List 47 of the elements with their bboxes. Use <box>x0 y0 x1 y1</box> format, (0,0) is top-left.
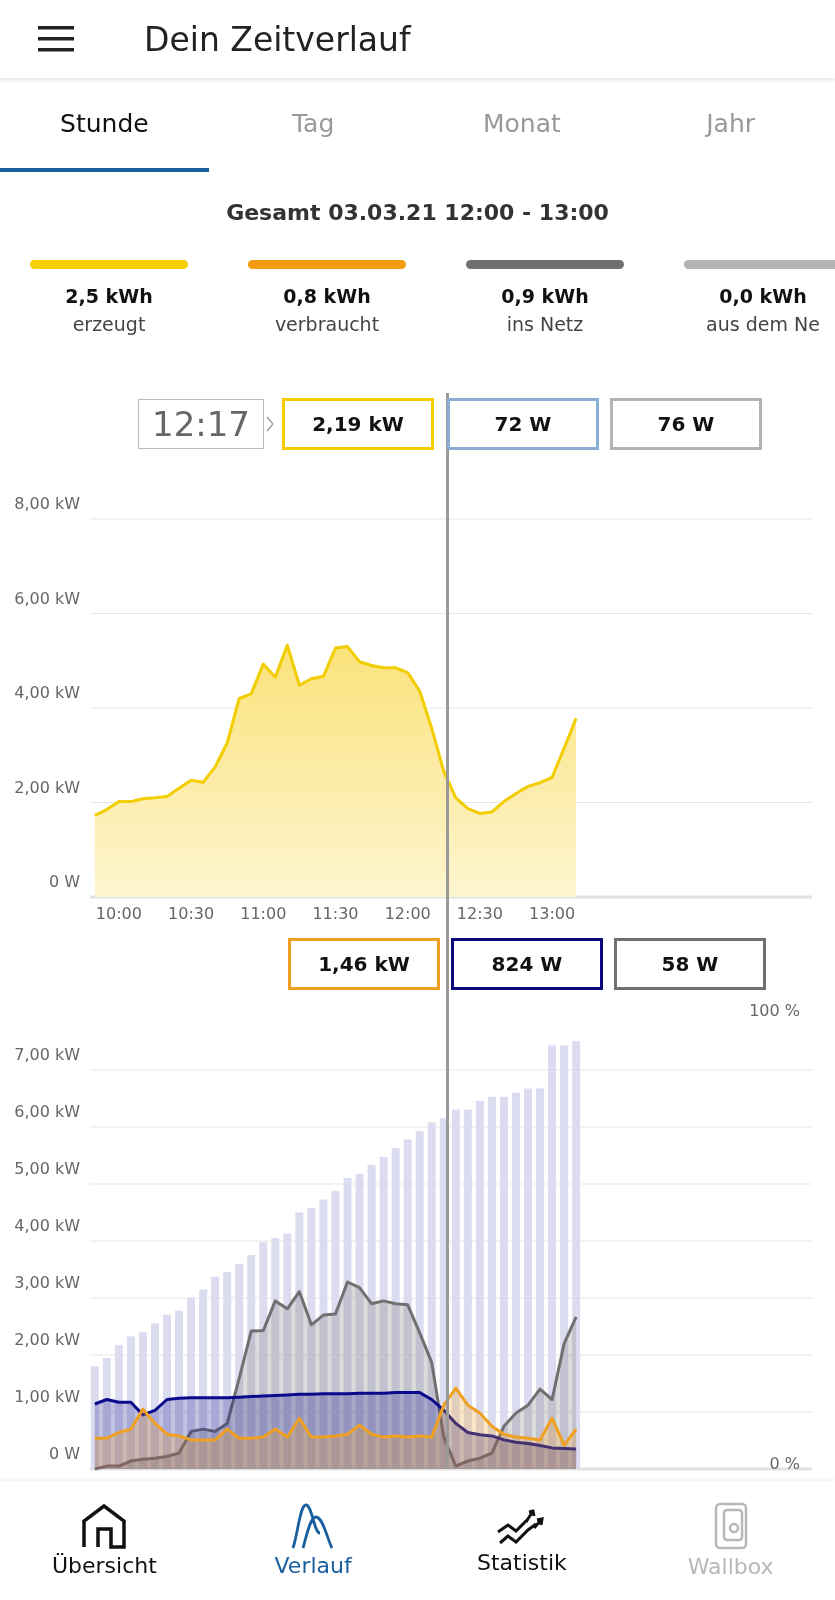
axis-label: 8,00 kW <box>14 494 80 513</box>
axis-label: 0 % <box>769 1453 800 1473</box>
legend-label: ins Netz <box>506 313 584 335</box>
axis-label: 12:00 <box>384 904 431 923</box>
wallbox-icon <box>713 1502 748 1550</box>
axis-label: 2,00 kW <box>14 777 80 797</box>
axis-label: 4,00 kW <box>14 683 80 702</box>
axis-label: 3,00 kW <box>14 1273 80 1292</box>
value-readout: 2,19 kW <box>282 398 434 450</box>
period-tab[interactable]: Stunde <box>0 78 209 172</box>
axis-label: 2,00 kW <box>14 1330 80 1349</box>
page-title: Dein Zeitverlauf <box>144 19 411 59</box>
legend-value: 2,5 kWh <box>65 285 153 307</box>
axis-label: 7,00 kW <box>14 1045 80 1064</box>
axis-label: 1,00 kW <box>14 1387 80 1406</box>
time-readout: 12:17 <box>138 399 264 449</box>
legend-label: verbraucht <box>274 313 380 335</box>
value-readout: 824 W <box>451 938 603 990</box>
nav-tab[interactable]: Verlauf <box>208 1481 418 1600</box>
axis-label: 4,00 kW <box>14 1216 80 1235</box>
axis-label: 11:00 <box>240 904 287 923</box>
axis-label: 10:00 <box>95 904 142 923</box>
legend-label: aus dem Ne <box>706 313 820 335</box>
legend-value: 0,9 kWh <box>501 285 589 307</box>
value-readout: 58 W <box>614 938 766 990</box>
house-icon <box>81 1503 128 1549</box>
value-readout: 72 W <box>447 398 599 450</box>
legend-label: erzeugt <box>72 313 146 335</box>
axis-label: 6,00 kW <box>14 1102 80 1121</box>
axis-label: 0 W <box>48 1444 80 1463</box>
summary-title: Gesamt 03.03.21 12:00 - 13:00 <box>225 198 610 227</box>
axis-label: 100 % <box>749 1000 800 1020</box>
axis-label: 0 W <box>48 872 80 891</box>
menu-icon[interactable] <box>38 26 74 52</box>
legend-value: 0,8 kWh <box>283 285 371 307</box>
nav-tab[interactable]: Übersicht <box>0 1481 209 1600</box>
axis-label: 12:30 <box>456 904 503 923</box>
axis-label: 13:00 <box>529 904 576 923</box>
nav-tab[interactable]: Statistik <box>417 1481 627 1600</box>
axis-label: 10:30 <box>168 904 215 923</box>
value-readout: 1,46 kW <box>288 938 440 990</box>
chevron-icon <box>266 416 274 432</box>
axis-label: 5,00 kW <box>14 1159 80 1178</box>
axis-label: 11:30 <box>312 904 359 923</box>
legend-value: 0,0 kWh <box>719 285 807 307</box>
value-readout: 76 W <box>610 398 762 450</box>
axis-label: 6,00 kW <box>14 588 80 608</box>
